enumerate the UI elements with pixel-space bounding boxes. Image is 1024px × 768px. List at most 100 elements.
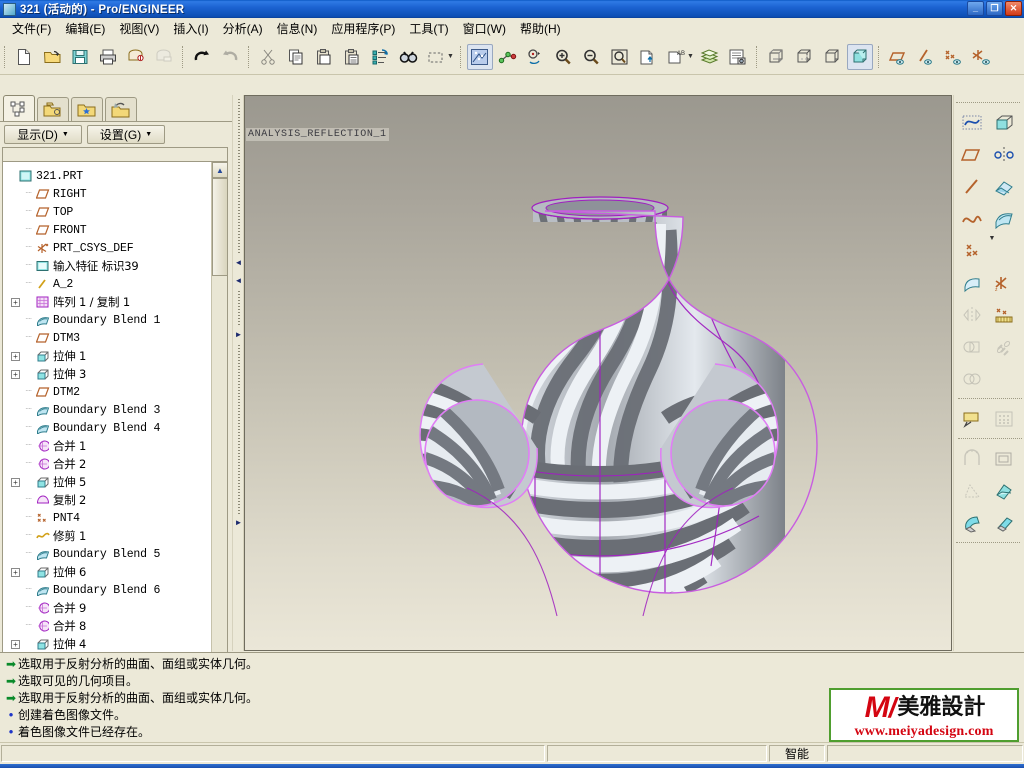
tree-item[interactable]: ┈ TOP xyxy=(7,203,211,221)
paste-special-icon[interactable] xyxy=(339,44,365,70)
layer-tag-icon[interactable]: AB xyxy=(663,44,689,70)
datum-plane-icon[interactable] xyxy=(957,140,987,170)
menu-file[interactable]: 文件(F) xyxy=(5,18,58,39)
spin-center-icon[interactable] xyxy=(523,44,549,70)
menu-applications[interactable]: 应用程序(P) xyxy=(324,18,402,39)
reflection-analysis-icon[interactable] xyxy=(466,43,493,70)
menu-window[interactable]: 窗口(W) xyxy=(456,18,513,39)
shaded-icon[interactable] xyxy=(846,43,873,70)
tree-item[interactable]: ┈ Boundary Blend 6 xyxy=(7,581,211,599)
new-file-icon[interactable] xyxy=(11,44,37,70)
tree-item[interactable]: ┈ 复制 2 xyxy=(7,491,211,509)
tree-expand-icon[interactable]: + xyxy=(11,639,20,649)
tree-item[interactable]: + 拉伸 1 xyxy=(7,347,211,365)
refit-icon[interactable] xyxy=(607,44,633,70)
tree-item[interactable]: + 拉伸 5 xyxy=(7,473,211,491)
tree-item[interactable]: ┈ RIGHT xyxy=(7,185,211,203)
tree-item[interactable]: ┈ PNT4 xyxy=(7,509,211,527)
tree-item[interactable]: ┈ 合并 1 xyxy=(7,437,211,455)
extrude-icon[interactable] xyxy=(989,108,1019,138)
tree-expand-icon[interactable]: + xyxy=(11,351,20,361)
tree-expand-icon[interactable]: + xyxy=(11,297,20,307)
mail-icon[interactable] xyxy=(123,44,149,70)
splitter-collapse-left-icon[interactable]: ◄ xyxy=(234,255,243,269)
sweep-blend-icon[interactable] xyxy=(957,508,987,538)
smart-selector-dropdown[interactable]: 智能 xyxy=(769,745,825,762)
view-manager-icon[interactable] xyxy=(725,44,751,70)
wireframe-icon[interactable] xyxy=(763,44,789,70)
tree-item[interactable]: ┈ Boundary Blend 5 xyxy=(7,545,211,563)
menu-edit[interactable]: 编辑(E) xyxy=(58,18,112,39)
tree-item[interactable]: ┈ Boundary Blend 1 xyxy=(7,311,211,329)
hidden-line-icon[interactable] xyxy=(791,44,817,70)
datum-plane-display-icon[interactable] xyxy=(885,44,911,70)
annotation-icon[interactable] xyxy=(957,404,987,434)
splitter-expand-right-icon[interactable]: ► xyxy=(234,327,243,341)
layer-tag-chevron-down-icon[interactable]: ▼ xyxy=(687,53,694,60)
print-icon[interactable] xyxy=(95,44,121,70)
select-box-icon[interactable] xyxy=(423,44,449,70)
menu-insert[interactable]: 插入(I) xyxy=(166,18,215,39)
tree-item[interactable]: ┈ Boundary Blend 4 xyxy=(7,419,211,437)
save-icon[interactable] xyxy=(67,44,93,70)
tree-item[interactable]: ┈ 合并 2 xyxy=(7,455,211,473)
datum-csys-icon[interactable]: z xyxy=(989,268,1019,298)
splitter-collapse-left-icon-2[interactable]: ◄ xyxy=(234,273,243,287)
datum-point-chevron-down-icon[interactable]: ▼ xyxy=(988,235,996,267)
tree-item[interactable]: ┈ 合并 9 xyxy=(7,599,211,617)
datum-curve-icon[interactable] xyxy=(957,204,987,234)
tree-item[interactable]: ┈ PRT_CSYS_DEF xyxy=(7,239,211,257)
cosmetic-sketch-icon[interactable] xyxy=(989,300,1019,330)
tree-item[interactable]: ┈ DTM3 xyxy=(7,329,211,347)
tree-expand-icon[interactable]: + xyxy=(11,567,20,577)
datum-axis-mirror-icon[interactable] xyxy=(989,140,1019,170)
boundary-blend-icon[interactable] xyxy=(989,204,1019,234)
tab-favorites[interactable] xyxy=(71,97,103,121)
restore-button[interactable]: ❐ xyxy=(986,1,1003,16)
menu-analysis[interactable]: 分析(A) xyxy=(216,18,270,39)
close-button[interactable]: ✕ xyxy=(1005,1,1022,16)
zoom-in-icon[interactable] xyxy=(551,44,577,70)
tree-item[interactable]: ┈ FRONT xyxy=(7,221,211,239)
sweep-icon[interactable] xyxy=(989,172,1019,202)
tree-item[interactable]: ┈ DTM2 xyxy=(7,383,211,401)
show-menu-button[interactable]: 显示(D) ▼ xyxy=(4,124,82,144)
menu-view[interactable]: 视图(V) xyxy=(112,18,166,39)
tab-model-tree[interactable] xyxy=(3,95,35,121)
datum-point-icon[interactable] xyxy=(957,236,987,266)
scroll-up-button[interactable]: ▲ xyxy=(212,162,227,178)
tree-item[interactable]: ┈ 输入特征 标识39 xyxy=(7,257,211,275)
settings-menu-button[interactable]: 设置(G) ▼ xyxy=(87,124,165,144)
paste-icon[interactable] xyxy=(311,44,337,70)
layers-icon[interactable] xyxy=(697,44,723,70)
tree-item[interactable]: + 拉伸 4 xyxy=(7,635,211,653)
tree-item[interactable]: ┈ Boundary Blend 3 xyxy=(7,401,211,419)
offset-icon[interactable] xyxy=(989,508,1019,538)
datum-csys-display-icon[interactable] xyxy=(969,44,995,70)
style-icon[interactable] xyxy=(957,268,987,298)
copy-icon[interactable] xyxy=(283,44,309,70)
menu-tools[interactable]: 工具(T) xyxy=(402,18,455,39)
scroll-thumb[interactable] xyxy=(212,178,227,276)
datum-axis-icon[interactable] xyxy=(957,172,987,202)
tree-item[interactable]: 321.PRT xyxy=(7,167,211,185)
menu-info[interactable]: 信息(N) xyxy=(270,18,325,39)
solidify-icon[interactable] xyxy=(989,476,1019,506)
datum-point-display-icon[interactable] xyxy=(941,44,967,70)
tree-item[interactable]: ┈ A_2 xyxy=(7,275,211,293)
sketch-icon[interactable] xyxy=(957,108,987,138)
tree-expand-icon[interactable]: + xyxy=(11,477,20,487)
tree-item[interactable]: + 拉伸 6 xyxy=(7,563,211,581)
minimize-button[interactable]: _ xyxy=(967,1,984,16)
undo-icon[interactable] xyxy=(189,44,215,70)
tree-item[interactable]: + 拉伸 3 xyxy=(7,365,211,383)
open-file-icon[interactable] xyxy=(39,44,65,70)
regenerate-icon[interactable] xyxy=(367,44,393,70)
menu-help[interactable]: 帮助(H) xyxy=(513,18,568,39)
tab-folder-browser[interactable] xyxy=(37,97,69,121)
select-box-chevron-down-icon[interactable]: ▼ xyxy=(447,53,454,60)
no-hidden-icon[interactable] xyxy=(819,44,845,70)
repaint-icon[interactable] xyxy=(635,44,661,70)
datum-display-icon[interactable] xyxy=(495,44,521,70)
toolbar-grip[interactable] xyxy=(4,45,6,68)
